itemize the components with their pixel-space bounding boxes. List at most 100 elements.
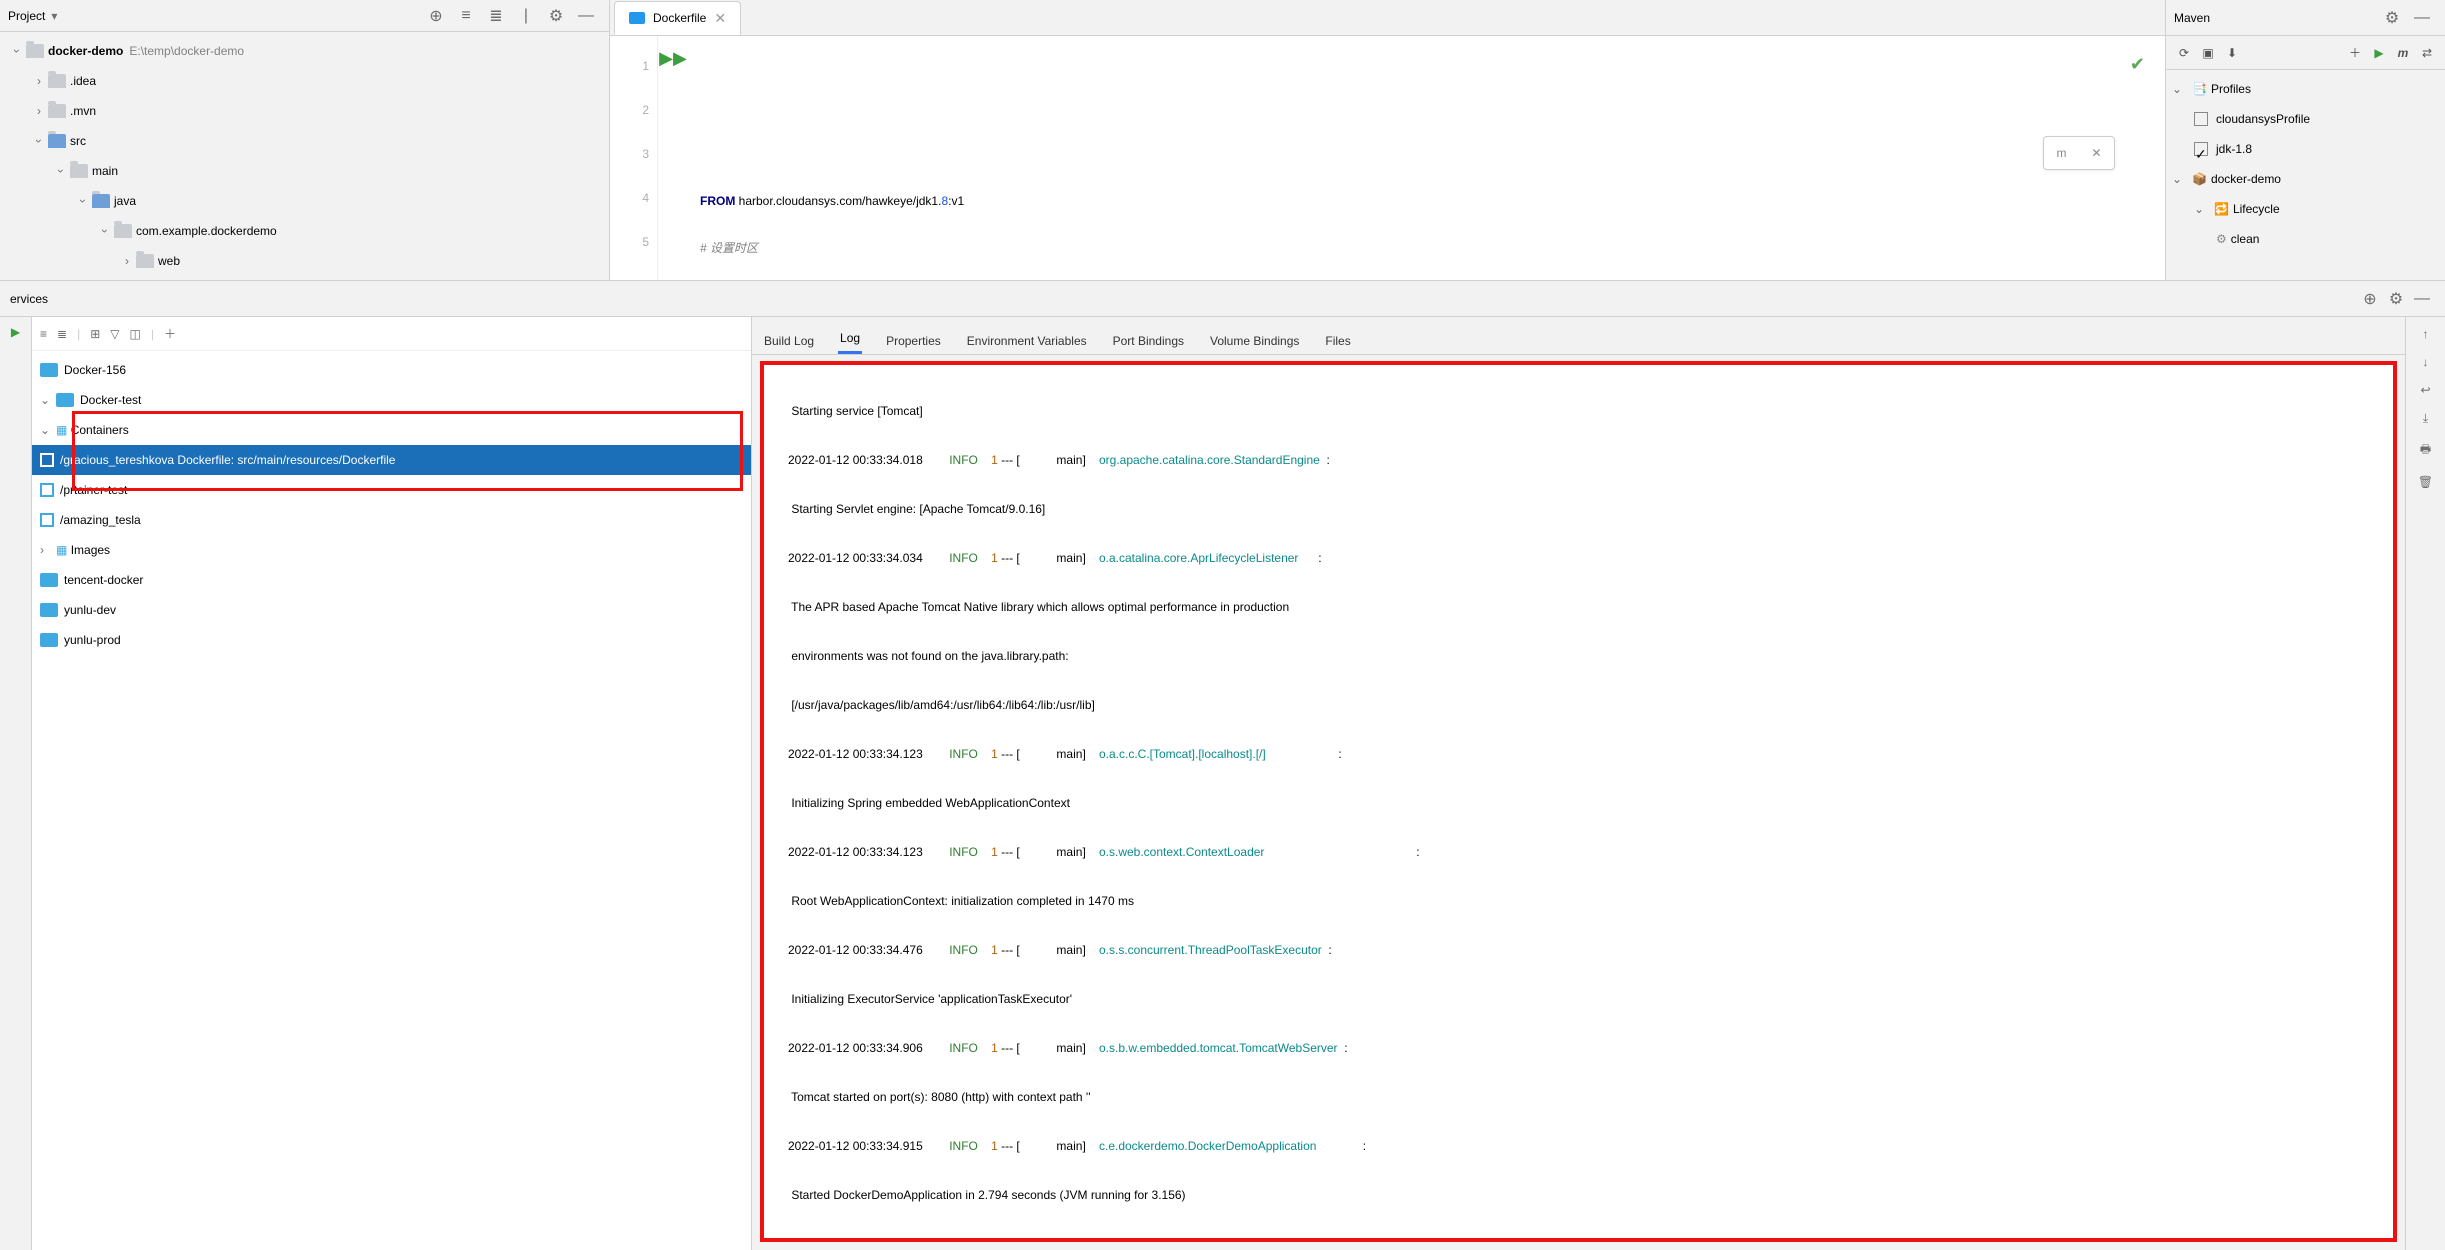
folder-icon xyxy=(48,104,66,118)
maven-title: Maven xyxy=(2174,11,2210,25)
profile-cloudansys[interactable]: cloudansysProfile xyxy=(2216,104,2310,134)
hide-icon[interactable]: — xyxy=(2409,5,2435,31)
project-tree[interactable]: docker-demoE:\temp\docker-demo .idea .mv… xyxy=(0,32,609,280)
run-icon[interactable]: ▶ xyxy=(11,325,20,339)
services-tabs: Build Log Log Properties Environment Var… xyxy=(752,317,2405,355)
editor-tab-dockerfile[interactable]: Dockerfile ✕ xyxy=(614,1,741,35)
tree-item-src[interactable]: src xyxy=(70,126,86,156)
profile-jdk[interactable]: jdk-1.8 xyxy=(2216,134,2252,164)
add-icon[interactable]: ＋ xyxy=(164,325,176,342)
container-icon xyxy=(40,483,54,497)
gear-icon[interactable]: ⚙ xyxy=(2383,289,2409,309)
gear-icon[interactable]: ⚙ xyxy=(2379,5,2405,31)
tree-item-pkg[interactable]: com.example.dockerdemo xyxy=(136,216,277,246)
close-icon[interactable]: ✕ xyxy=(714,10,726,27)
maven-m-icon[interactable]: m xyxy=(2391,46,2415,60)
locate-icon[interactable]: ⊕ xyxy=(2357,289,2383,309)
maven-profiles[interactable]: Profiles xyxy=(2211,74,2251,104)
maven-tree[interactable]: 📑Profiles cloudansysProfile jdk-1.8 📦doc… xyxy=(2166,70,2445,258)
package-icon xyxy=(114,224,132,238)
tree-item-idea[interactable]: .idea xyxy=(70,66,96,96)
docker-test[interactable]: Docker-test xyxy=(80,385,141,415)
checkbox[interactable] xyxy=(2194,112,2208,126)
editor-tab-label: Dockerfile xyxy=(653,11,706,25)
tree-item-mvn[interactable]: .mvn xyxy=(70,96,96,126)
services-panel: ervices ⊕ ⚙ — ▶ ≡ ≣ | ⊞ ▽ ◫ | ＋ xyxy=(0,280,2445,1250)
close-icon[interactable]: ✕ xyxy=(2091,131,2101,175)
services-tree[interactable]: Docker-156 Docker-test ▦ Containers /gra… xyxy=(32,351,751,1250)
tree-item-main[interactable]: main xyxy=(92,156,118,186)
analysis-ok-icon[interactable]: ✔ xyxy=(2130,42,2145,86)
tree-item-java[interactable]: java xyxy=(114,186,136,216)
containers-node[interactable]: Containers xyxy=(71,415,129,445)
log-text: Starting service [Tomcat] 2022-01-12 00:… xyxy=(788,385,2369,1218)
toggle-icon[interactable]: ⇄ xyxy=(2415,46,2439,60)
locate-icon[interactable]: ⊕ xyxy=(423,3,449,29)
group-icon[interactable]: ⊞ xyxy=(90,327,100,341)
docker-icon xyxy=(40,603,58,617)
maven-project[interactable]: docker-demo xyxy=(2211,164,2281,194)
dropdown-icon[interactable]: ▾ xyxy=(51,9,57,23)
tab-files[interactable]: Files xyxy=(1323,328,1352,354)
filter-icon[interactable]: ▽ xyxy=(110,327,119,341)
yunlu-dev[interactable]: yunlu-dev xyxy=(64,595,116,625)
divider: | xyxy=(513,3,539,29)
tab-port-bindings[interactable]: Port Bindings xyxy=(1111,328,1186,354)
log-output[interactable]: Starting service [Tomcat] 2022-01-12 00:… xyxy=(760,361,2397,1242)
gear-icon[interactable]: ⚙ xyxy=(543,3,569,29)
expand-icon[interactable]: ≡ xyxy=(40,327,47,341)
maven-clean[interactable]: clean xyxy=(2231,224,2260,254)
collapse-all-icon[interactable]: ≣ xyxy=(483,3,509,29)
container-amazing[interactable]: /amazing_tesla xyxy=(60,505,141,535)
tencent-docker[interactable]: tencent-docker xyxy=(64,565,143,595)
context-actions-popup[interactable]: m✕ xyxy=(2043,136,2115,170)
refresh-icon[interactable]: ⟳ xyxy=(2172,46,2196,60)
hide-icon[interactable]: — xyxy=(2409,290,2435,308)
run-gutter[interactable]: ▶▶ xyxy=(658,36,688,280)
docker-icon xyxy=(40,633,58,647)
download-icon[interactable]: ⬇ xyxy=(2220,46,2244,60)
project-panel-title: Project xyxy=(8,9,45,23)
collapse-icon[interactable]: ≣ xyxy=(57,327,67,341)
docker-156[interactable]: Docker-156 xyxy=(64,355,126,385)
maven-lifecycle[interactable]: Lifecycle xyxy=(2233,194,2280,224)
scroll-up-icon[interactable]: ↑ xyxy=(2423,327,2429,341)
images-icon: ▦ xyxy=(56,535,67,565)
clear-icon[interactable]: 🗑 xyxy=(2418,475,2433,489)
tab-properties[interactable]: Properties xyxy=(884,328,943,354)
scroll-to-end-icon[interactable]: ⤓ xyxy=(2423,411,2428,426)
images-node[interactable]: Images xyxy=(71,535,110,565)
project-root[interactable]: docker-demo xyxy=(48,36,123,66)
yunlu-prod[interactable]: yunlu-prod xyxy=(64,625,121,655)
code-area[interactable]: ✔ m✕ FROM harbor.cloudansys.com/hawkeye/… xyxy=(688,36,2165,280)
gear-icon: ⚙ xyxy=(2216,224,2227,254)
print-icon[interactable]: 🖶 xyxy=(2420,440,2431,461)
tab-log[interactable]: Log xyxy=(838,325,862,354)
tree-item-web[interactable]: web xyxy=(158,246,180,276)
services-right-gutter: ↑ ↓ ↩ ⤓ 🖶 🗑 xyxy=(2405,317,2445,1250)
expand-all-icon[interactable]: ≡ xyxy=(453,3,479,29)
tab-volume-bindings[interactable]: Volume Bindings xyxy=(1208,328,1301,354)
generate-icon[interactable]: ▣ xyxy=(2196,46,2220,60)
services-title: ervices xyxy=(10,292,48,306)
scroll-down-icon[interactable]: ↓ xyxy=(2423,355,2429,369)
tab-env-vars[interactable]: Environment Variables xyxy=(965,328,1089,354)
project-panel-header: Project ▾ ⊕ ≡ ≣ | ⚙ — xyxy=(0,0,609,32)
maven-icon: m xyxy=(2056,131,2066,175)
services-tree-panel: ≡ ≣ | ⊞ ▽ ◫ | ＋ Docker-156 Docker-test ▦… xyxy=(32,317,752,1250)
container-icon xyxy=(40,513,54,527)
run-icon[interactable]: ▶ xyxy=(2367,46,2391,60)
services-detail: Build Log Log Properties Environment Var… xyxy=(752,317,2405,1250)
maven-toolbar: ⟳ ▣ ⬇ ＋ ▶ m ⇄ xyxy=(2166,36,2445,70)
tab-build-log[interactable]: Build Log xyxy=(762,328,816,354)
container-gracious[interactable]: /gracious_tereshkova Dockerfile: src/mai… xyxy=(32,445,751,475)
soft-wrap-icon[interactable]: ↩ xyxy=(2420,383,2430,397)
layout-icon[interactable]: ◫ xyxy=(130,327,141,341)
hide-icon[interactable]: — xyxy=(573,3,599,29)
container-prtainer[interactable]: /prtainer-test xyxy=(60,475,127,505)
folder-icon xyxy=(92,194,110,208)
project-path: E:\temp\docker-demo xyxy=(129,36,244,66)
folder-icon xyxy=(48,74,66,88)
checkbox[interactable] xyxy=(2194,142,2208,156)
add-icon[interactable]: ＋ xyxy=(2343,44,2367,61)
